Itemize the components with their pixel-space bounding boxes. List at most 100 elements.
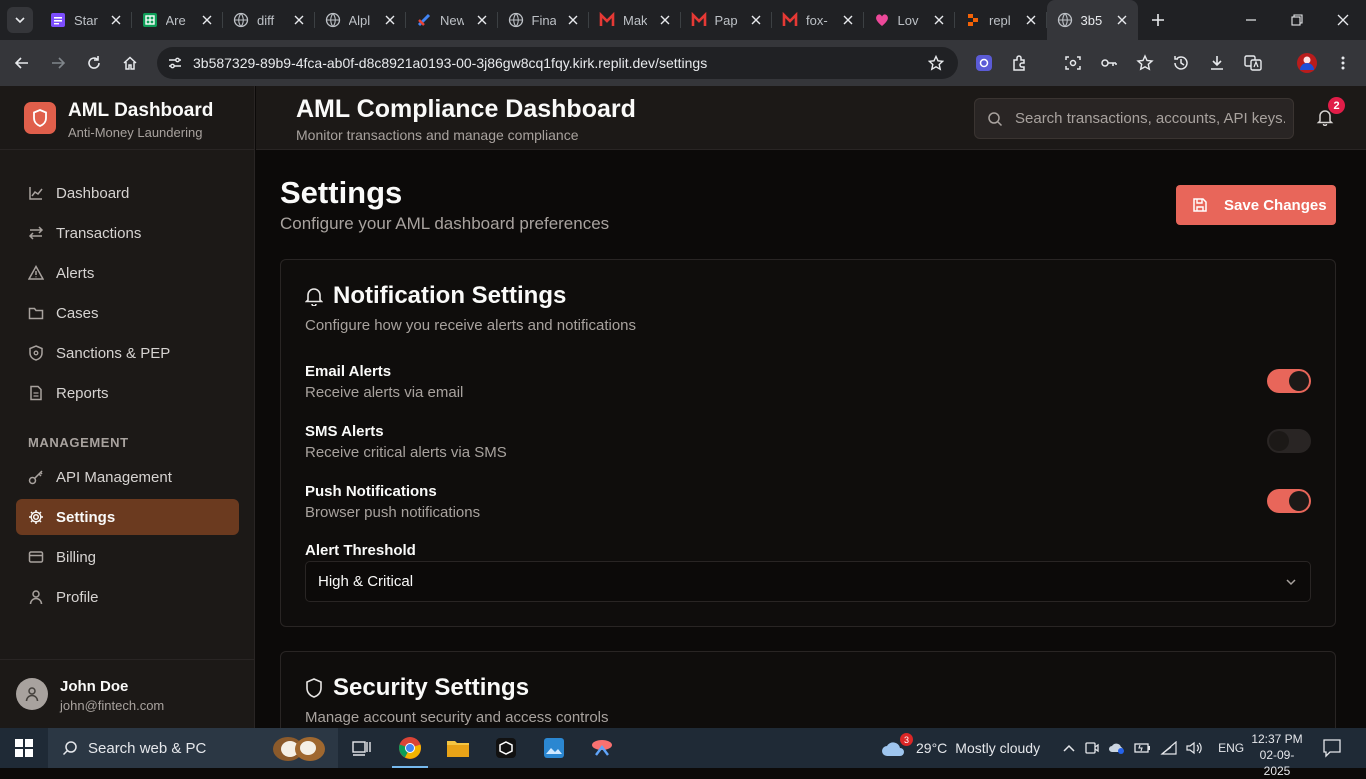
close-icon[interactable] xyxy=(108,12,124,28)
favorites-button[interactable] xyxy=(1128,46,1162,80)
forward-button[interactable] xyxy=(41,46,75,80)
extensions-button[interactable] xyxy=(1003,46,1037,80)
toggle-knob xyxy=(1289,491,1309,511)
browser-tab[interactable]: diff xyxy=(223,0,315,40)
bookmark-star-icon[interactable] xyxy=(928,55,944,71)
browser-tab[interactable]: Star xyxy=(40,0,132,40)
wifi-icon[interactable] xyxy=(1160,741,1178,755)
close-icon[interactable] xyxy=(199,12,215,28)
site-info-icon[interactable] xyxy=(163,55,187,71)
search-box[interactable] xyxy=(974,98,1294,139)
volume-icon[interactable] xyxy=(1186,741,1204,755)
news-icon xyxy=(416,12,432,28)
browser-tab[interactable]: New xyxy=(406,0,498,40)
downloads-button[interactable] xyxy=(1200,46,1234,80)
nav-section-label: MANAGEMENT xyxy=(28,435,129,450)
browser-menu-button[interactable] xyxy=(1326,46,1360,80)
browser-tab[interactable]: Mak xyxy=(589,0,681,40)
minimize-button[interactable] xyxy=(1228,0,1274,40)
sidebar-item-billing[interactable]: Billing xyxy=(16,539,239,575)
start-button[interactable] xyxy=(0,728,48,768)
sidebar-item-profile[interactable]: Profile xyxy=(16,579,239,615)
page-subtitle: Configure your AML dashboard preferences xyxy=(280,214,610,233)
profile-avatar-icon xyxy=(1297,53,1317,73)
file-explorer-button[interactable] xyxy=(434,728,482,768)
close-icon[interactable] xyxy=(931,12,947,28)
language-indicator[interactable]: ENG xyxy=(1218,741,1244,755)
browser-tab[interactable]: Pap xyxy=(681,0,773,40)
chevron-up-icon[interactable] xyxy=(1062,741,1076,755)
extension-button[interactable] xyxy=(967,46,1001,80)
user-profile-box[interactable]: John Doe john@fintech.com xyxy=(0,659,255,728)
sidebar-item-api-management[interactable]: API Management xyxy=(16,459,239,495)
snipping-tool-button[interactable] xyxy=(578,728,626,768)
password-button[interactable] xyxy=(1092,46,1126,80)
sidebar-item-settings[interactable]: Settings xyxy=(16,499,239,535)
chrome-taskbar-button[interactable] xyxy=(386,728,434,768)
task-view-button[interactable] xyxy=(338,728,386,768)
notification-settings-card: Notification Settings Configure how you … xyxy=(280,259,1336,627)
new-tab-button[interactable] xyxy=(1144,6,1172,34)
action-center-button[interactable] xyxy=(1322,738,1342,758)
browser-tab-active[interactable]: 3b5 xyxy=(1046,0,1138,40)
reload-button[interactable] xyxy=(77,46,111,80)
profile-avatar-button[interactable] xyxy=(1290,46,1324,80)
tab-title: Are xyxy=(165,12,186,28)
save-changes-button[interactable]: Save Changes xyxy=(1176,185,1336,225)
close-icon[interactable] xyxy=(474,12,490,28)
close-icon[interactable] xyxy=(565,12,581,28)
close-icon[interactable] xyxy=(382,12,398,28)
browser-tab[interactable]: repl xyxy=(955,0,1047,40)
download-icon xyxy=(1211,56,1223,70)
clock[interactable]: 12:37 PM 02-09-2025 xyxy=(1248,731,1306,779)
alert-threshold-select[interactable]: High & Critical xyxy=(305,561,1311,602)
browser-tab[interactable]: Fina xyxy=(498,0,590,40)
tab-title: Mak xyxy=(623,12,647,28)
translate-button[interactable] xyxy=(1236,46,1270,80)
restore-button[interactable] xyxy=(1274,0,1320,40)
meet-icon[interactable] xyxy=(1084,740,1100,756)
tab-search-button[interactable] xyxy=(7,7,33,33)
close-icon[interactable] xyxy=(657,12,673,28)
battery-icon[interactable] xyxy=(1134,741,1152,755)
warning-triangle-icon xyxy=(28,265,44,281)
browser-tab[interactable]: Alpl xyxy=(315,0,407,40)
sidebar-item-label: Reports xyxy=(56,384,109,402)
arrow-left-icon xyxy=(14,57,28,69)
photos-button[interactable] xyxy=(530,728,578,768)
screenshot-button[interactable] xyxy=(1056,46,1090,80)
address-bar[interactable]: 3b587329-89b9-4fca-ab0f-d8c8921a0193-00-… xyxy=(157,47,958,79)
close-icon[interactable] xyxy=(748,12,764,28)
sidebar-item-sanctions-pep[interactable]: Sanctions & PEP xyxy=(16,335,239,371)
close-icon xyxy=(1337,14,1349,26)
sidebar-item-reports[interactable]: Reports xyxy=(16,375,239,411)
email-alerts-toggle[interactable] xyxy=(1267,369,1311,393)
sidebar-item-alerts[interactable]: Alerts xyxy=(16,255,239,291)
weather-widget[interactable]: 3 xyxy=(880,733,913,759)
browser-tab[interactable]: Are xyxy=(132,0,224,40)
forms-icon xyxy=(50,12,66,28)
app-button[interactable] xyxy=(482,728,530,768)
browser-tab[interactable]: fox- xyxy=(772,0,864,40)
tab-title: 3b5 xyxy=(1080,12,1103,28)
sidebar-item-cases[interactable]: Cases xyxy=(16,295,239,331)
browser-tab[interactable]: Lov xyxy=(864,0,956,40)
push-notifications-toggle[interactable] xyxy=(1267,489,1311,513)
close-icon[interactable] xyxy=(291,12,307,28)
close-window-button[interactable] xyxy=(1320,0,1366,40)
sms-alerts-toggle[interactable] xyxy=(1267,429,1311,453)
back-button[interactable] xyxy=(5,46,39,80)
history-button[interactable] xyxy=(1164,46,1198,80)
home-button[interactable] xyxy=(113,46,147,80)
sidebar-item-transactions[interactable]: Transactions xyxy=(16,215,239,251)
tab-title: diff xyxy=(257,12,275,28)
search-input[interactable] xyxy=(1015,110,1285,127)
close-icon[interactable] xyxy=(1023,12,1039,28)
url-text: 3b587329-89b9-4fca-ab0f-d8c8921a0193-00-… xyxy=(193,55,708,71)
close-icon[interactable] xyxy=(840,12,856,28)
close-icon[interactable] xyxy=(1114,12,1130,28)
weather-badge: 3 xyxy=(900,733,913,746)
taskbar-search[interactable]: Search web & PC xyxy=(48,728,338,768)
onedrive-icon[interactable] xyxy=(1108,740,1126,756)
sidebar-item-dashboard[interactable]: Dashboard xyxy=(16,175,239,211)
